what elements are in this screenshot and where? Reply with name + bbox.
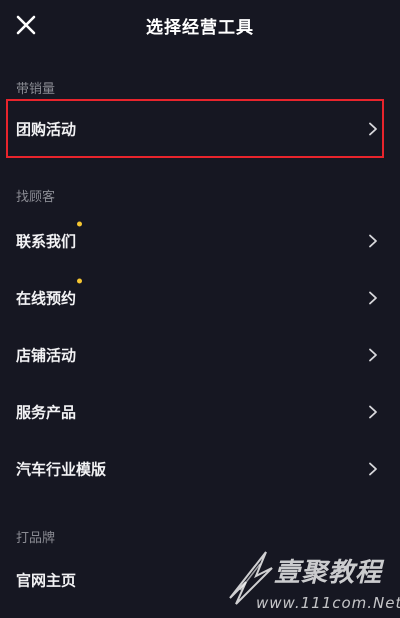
menu-item-contact-us[interactable]: 联系我们 (0, 216, 400, 266)
menu-item-online-booking[interactable]: 在线预约 (0, 273, 400, 323)
menu-item-auto-template[interactable]: 汽车行业模版 (0, 444, 400, 494)
highlight-frame (6, 99, 384, 158)
menu-item-store-activity[interactable]: 店铺活动 (0, 330, 400, 380)
chevron-right-icon (368, 462, 378, 476)
section-header-sales: 带销量 (16, 82, 56, 97)
section-header-customers: 找顾客 (16, 190, 56, 205)
chevron-right-icon (368, 348, 378, 362)
chevron-right-icon (368, 405, 378, 419)
menu-item-service-products[interactable]: 服务产品 (0, 387, 400, 437)
menu-item-label: 在线预约 (16, 289, 77, 308)
menu-item-label: 店铺活动 (16, 346, 77, 365)
menu-item-label: 官网主页 (16, 571, 77, 590)
menu-item-label: 服务产品 (16, 403, 77, 422)
chevron-right-icon (368, 291, 378, 305)
menu-item-label: 汽车行业模版 (16, 460, 107, 479)
top-bar: 选择经营工具 (0, 0, 400, 50)
menu-item-label: 联系我们 (16, 232, 77, 251)
notification-dot (77, 221, 83, 227)
page-title: 选择经营工具 (146, 18, 254, 38)
notification-dot (77, 278, 83, 284)
watermark: 壹聚教程 www.111com.Net (226, 538, 400, 618)
watermark-url: www.111com.Net (256, 594, 400, 612)
chevron-right-icon (368, 234, 378, 248)
watermark-brand: 壹聚教程 (274, 558, 383, 588)
section-header-brand: 打品牌 (16, 531, 56, 546)
